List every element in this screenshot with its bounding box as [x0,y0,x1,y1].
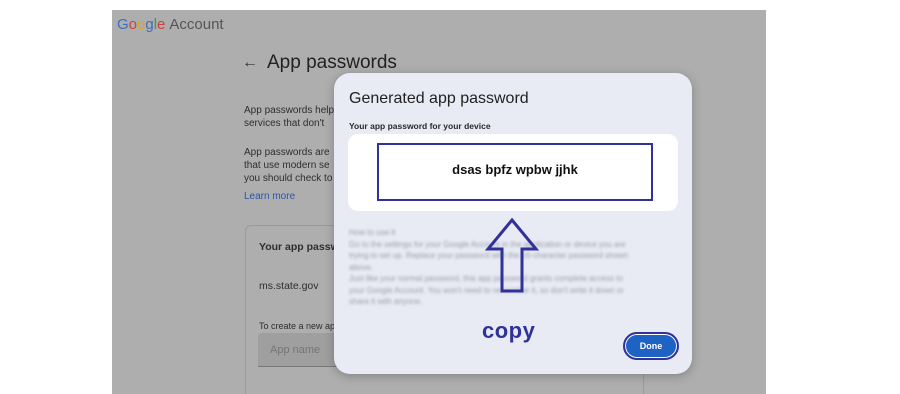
learn-more-link[interactable]: Learn more [244,191,295,202]
screenshot-stage: Google Account ← App passwords App passwo… [0,0,900,394]
howto-line: share it with anyone. [349,297,423,306]
google-account-logo: Google Account [117,16,224,33]
create-hint-text: To create a new ap [259,321,336,331]
account-email: ms.state.gov [259,280,319,292]
intro-text-line: App passwords help [244,105,335,116]
done-button[interactable]: Done [623,332,679,360]
intro-text-line: that use modern se [244,160,330,171]
password-label: Your app password for your device [349,121,491,131]
intro-text-line: App passwords are [244,147,330,158]
dialog-title: Generated app password [349,90,529,107]
intro-text-line: you should check to [244,173,333,184]
password-value[interactable]: dsas bpfz wpbw jjhk [377,143,653,201]
page-title: App passwords [267,52,397,73]
generated-password-dialog: Generated app password Your app password… [334,73,692,374]
copy-annotation: copy [482,318,536,343]
arrow-up-icon [484,217,540,293]
intro-text-line: services that don't [244,118,325,129]
card-heading: Your app passw [259,241,339,253]
arrow-left-icon[interactable]: ← [242,54,258,72]
